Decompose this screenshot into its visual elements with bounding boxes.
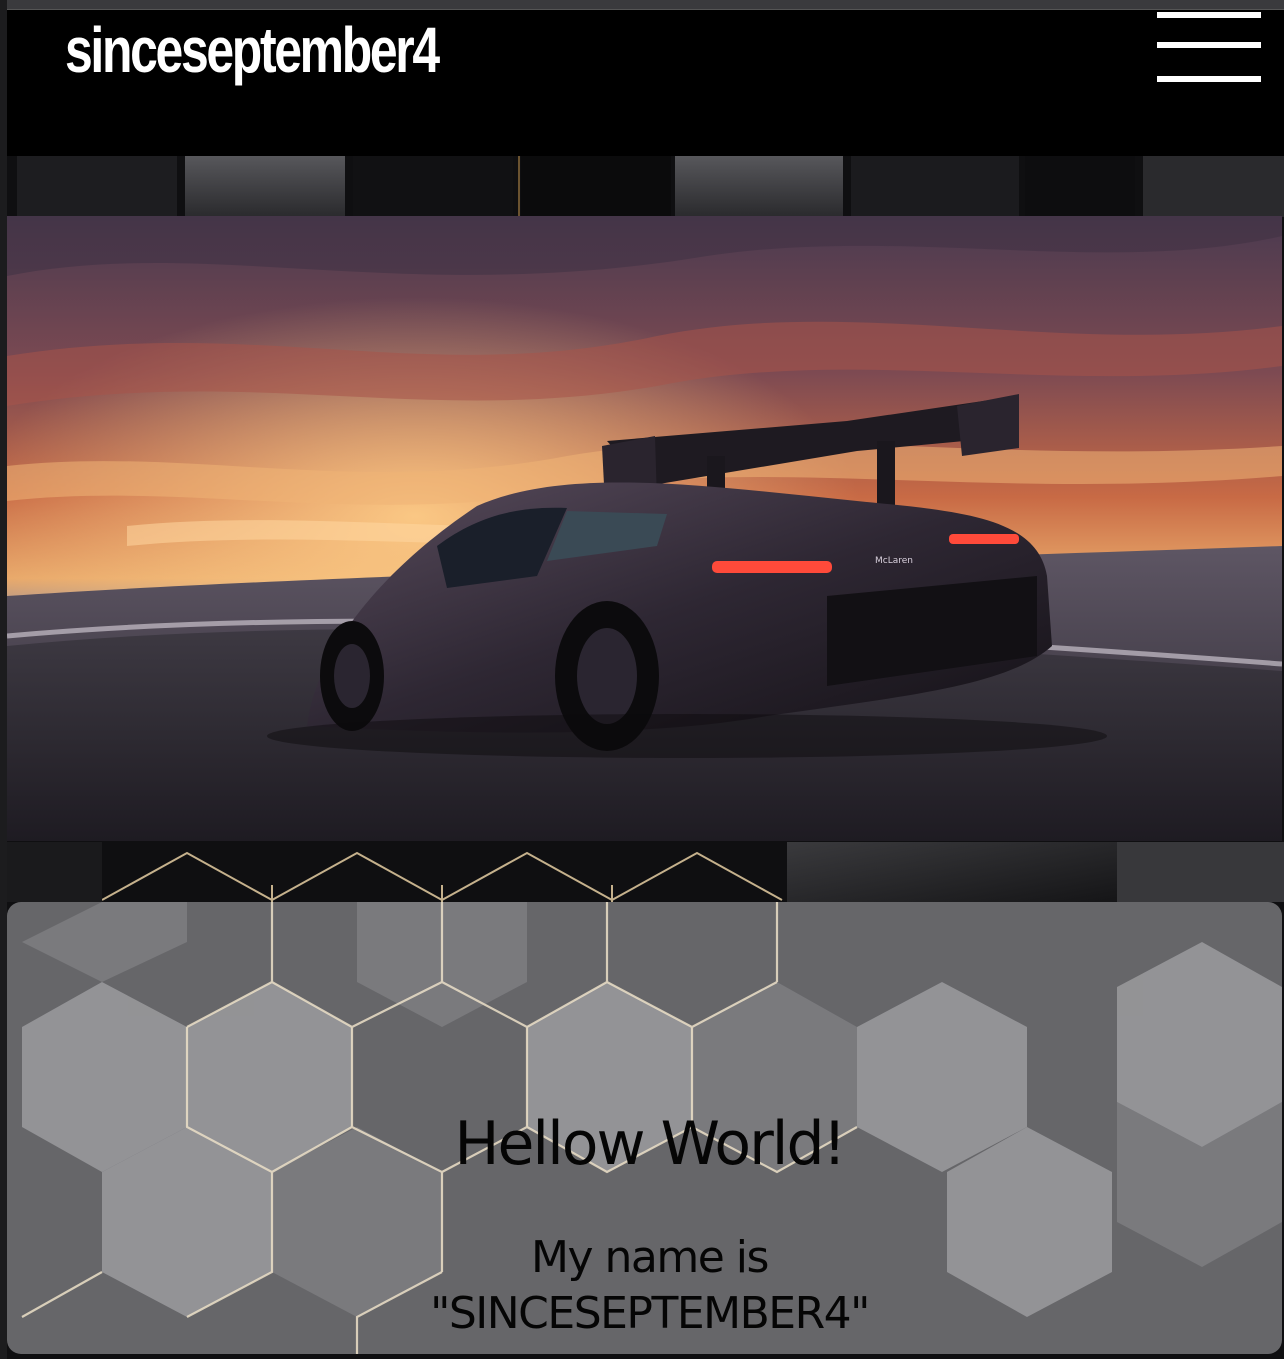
intro-text-line-1: My name is xyxy=(531,1232,769,1283)
browser-frame: sinceseptember4 McLaren Hellow World! My… xyxy=(0,0,1284,1359)
intro-text-line-2: "SINCESEPTEMBER4" xyxy=(430,1288,870,1339)
site-header: sinceseptember4 xyxy=(7,10,1284,156)
frame-left-border xyxy=(0,0,7,1359)
card-heading: Hellow World! xyxy=(454,1109,846,1179)
intro-card: Hellow World! My name is "SINCESEPTEMBER… xyxy=(7,902,1282,1354)
menu-line-middle xyxy=(1157,42,1261,48)
menu-line-top xyxy=(1157,12,1261,18)
hero-image: McLaren xyxy=(7,216,1282,841)
site-brand[interactable]: sinceseptember4 xyxy=(65,18,440,82)
frame-top-border xyxy=(0,0,1284,10)
car-illustration: McLaren xyxy=(7,216,1282,841)
car-badge: McLaren xyxy=(875,556,913,566)
hamburger-menu-icon[interactable] xyxy=(1155,10,1263,90)
menu-line-bottom xyxy=(1157,76,1261,82)
